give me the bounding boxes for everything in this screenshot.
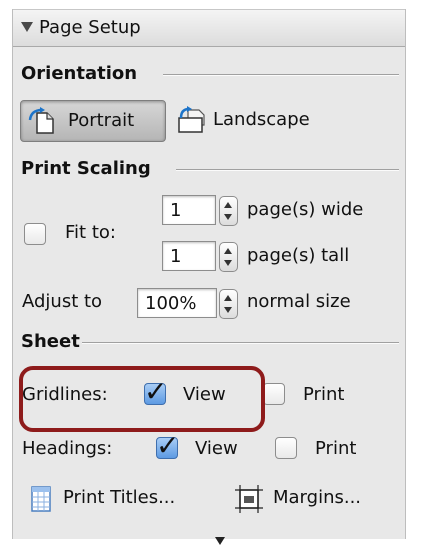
section-divider [176, 169, 399, 171]
print-titles-button[interactable]: Print Titles... [31, 483, 226, 517]
stepper-up-icon[interactable] [224, 295, 232, 301]
pages-tall-field[interactable]: 1 [162, 241, 216, 271]
pages-tall-label: page(s) tall [247, 245, 350, 266]
headings-view-checkbox[interactable]: ✓ [156, 429, 179, 462]
adjust-to-label: Adjust to [22, 291, 103, 312]
fit-to-checkbox[interactable] [24, 223, 46, 245]
stepper-down-icon[interactable] [224, 260, 232, 266]
page-setup-panel: Page Setup Orientation Portrait Landscap… [12, 9, 406, 545]
sheet-heading: Sheet [21, 331, 80, 352]
stepper-down-icon[interactable] [224, 214, 232, 220]
print-titles-icon [31, 486, 51, 512]
headings-print-checkbox[interactable] [275, 437, 297, 459]
section-divider [82, 342, 399, 344]
panel-title: Page Setup [39, 17, 141, 38]
section-divider [163, 74, 399, 76]
orientation-heading: Orientation [21, 63, 138, 84]
headings-label: Headings: [22, 438, 113, 459]
landscape-label: Landscape [213, 109, 310, 130]
pages-wide-label: page(s) wide [247, 199, 364, 220]
margins-icon [235, 485, 263, 513]
portrait-page-icon [28, 107, 54, 134]
stepper-up-icon[interactable] [224, 248, 232, 254]
pages-tall-stepper[interactable] [219, 242, 238, 272]
margins-button[interactable]: Margins... [235, 483, 403, 517]
more-options-arrow-icon[interactable] [215, 537, 225, 545]
print-scaling-heading: Print Scaling [21, 158, 151, 179]
checkmark-icon: ✓ [156, 429, 180, 462]
stepper-down-icon[interactable] [224, 307, 232, 313]
landscape-button[interactable]: Landscape [173, 100, 343, 140]
landscape-page-icon [178, 106, 205, 133]
portrait-button[interactable]: Portrait [20, 100, 166, 142]
pages-wide-field[interactable]: 1 [162, 195, 216, 225]
disclosure-triangle-icon[interactable] [21, 22, 33, 32]
adjust-to-field[interactable]: 100% [137, 288, 217, 318]
gridlines-print-label: Print [303, 384, 345, 405]
portrait-label: Portrait [68, 110, 135, 131]
headings-print-label: Print [315, 438, 357, 459]
gridlines-print-checkbox[interactable] [263, 383, 285, 405]
fit-to-label: Fit to: [65, 222, 116, 243]
page-setup-header[interactable]: Page Setup [13, 9, 405, 47]
headings-view-label: View [195, 438, 238, 459]
normal-size-label: normal size [247, 291, 351, 312]
adjust-to-stepper[interactable] [219, 289, 238, 319]
print-titles-label: Print Titles... [63, 487, 176, 508]
pages-wide-stepper[interactable] [219, 196, 238, 226]
gridlines-highlight-annotation [19, 366, 265, 432]
margins-label: Margins... [273, 487, 362, 508]
stepper-up-icon[interactable] [224, 202, 232, 208]
